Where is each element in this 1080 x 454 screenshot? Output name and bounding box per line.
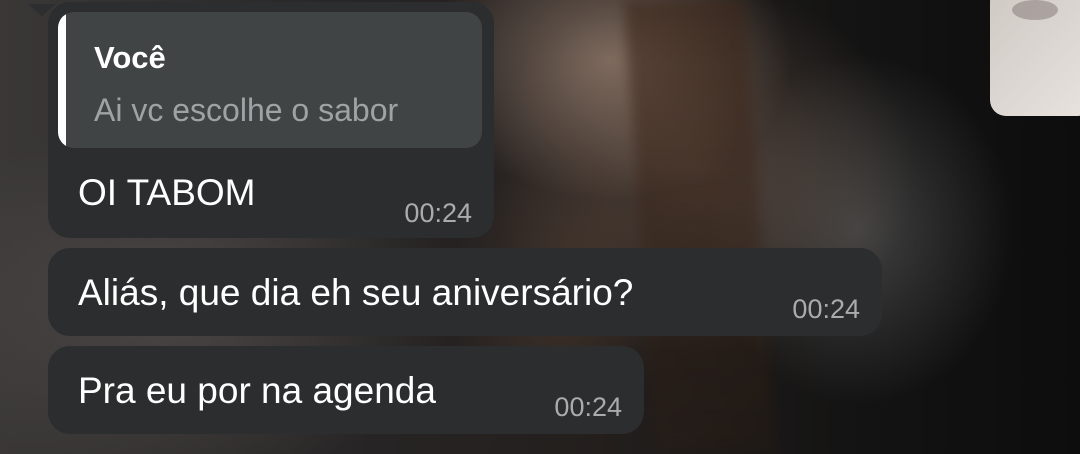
video-call-pip[interactable]: [990, 0, 1080, 116]
quoted-reply[interactable]: Você Ai vc escolhe o sabor: [58, 12, 482, 148]
message-bubble[interactable]: Você Ai vc escolhe o sabor OI TABOM 00:2…: [48, 2, 494, 238]
message-time: 00:24: [554, 392, 622, 422]
message-bubble[interactable]: Pra eu por na agenda 00:24: [48, 346, 644, 434]
message-text: Aliás, que dia eh seu aniversário?: [78, 272, 634, 313]
message-text: Pra eu por na agenda: [78, 370, 436, 411]
message-bubble[interactable]: Aliás, que dia eh seu aniversário? 00:24: [48, 248, 882, 336]
reply-author: Você: [94, 40, 166, 75]
pip-face-detail: [1012, 0, 1058, 20]
reply-text: Ai vc escolhe o sabor: [94, 92, 399, 128]
message-time: 00:24: [404, 198, 472, 228]
message-text: OI TABOM: [78, 172, 256, 213]
reply-accent-bar: [58, 12, 66, 148]
message-time: 00:24: [792, 294, 860, 324]
